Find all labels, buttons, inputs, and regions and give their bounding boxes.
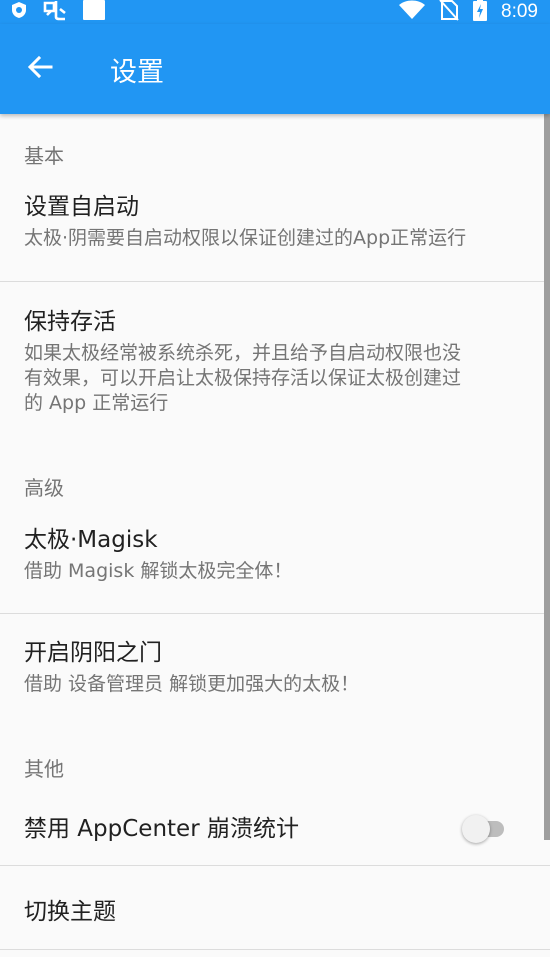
pref-magisk[interactable]: 太极·Magisk 借助 Magisk 解锁太极完全体！ [0, 525, 550, 613]
battery-charging-icon [473, 0, 488, 25]
appcenter-switch[interactable] [462, 815, 510, 843]
divider [0, 281, 550, 282]
divider [0, 865, 550, 866]
page-title: 设置 [110, 56, 164, 88]
section-header-other: 其他 [24, 757, 64, 781]
pref-appcenter-toggle[interactable]: 禁用 AppCenter 崩溃统计 [0, 794, 550, 864]
pref-autostart[interactable]: 设置自启动 太极·阴需要自启动权限以保证创建过的App正常运行 [0, 192, 550, 280]
section-header-advanced: 高级 [24, 476, 64, 500]
switch-thumb [462, 815, 490, 843]
app-bar: 设置 [0, 24, 550, 114]
pref-keep-alive-title: 保持存活 [24, 309, 116, 335]
divider [0, 949, 550, 950]
pref-switch-theme[interactable]: 切换主题 [0, 874, 550, 949]
pref-keep-alive-summary-line: 有效果，可以开启让太极保持存活以保证太极创建过 [24, 367, 462, 389]
back-button[interactable] [0, 24, 80, 114]
divider [0, 613, 550, 614]
arrow-back-icon [27, 54, 53, 84]
status-bar: 8:09 [0, 0, 550, 24]
scrollbar[interactable] [544, 114, 550, 840]
pref-keep-alive-summary: 如果太极经常被系统杀死，并且给予自启动权限也没 有效果，可以开启让太极保持存活以… [24, 341, 526, 416]
no-sim-icon [439, 0, 459, 25]
pref-autostart-title: 设置自启动 [24, 194, 139, 220]
pref-yinyang-gate-title: 开启阴阳之门 [24, 640, 162, 666]
pref-autostart-summary: 太极·阴需要自启动权限以保证创建过的App正常运行 [24, 227, 467, 249]
pref-keep-alive-summary-line: 如果太极经常被系统杀死，并且给予自启动权限也没 [24, 342, 462, 364]
section-header-basic: 基本 [24, 144, 64, 168]
pref-keep-alive[interactable]: 保持存活 如果太极经常被系统杀死，并且给予自启动权限也没 有效果，可以开启让太极… [0, 307, 550, 437]
pref-appcenter-title: 禁用 AppCenter 崩溃统计 [24, 816, 299, 842]
pref-magisk-summary: 借助 Magisk 解锁太极完全体！ [24, 560, 293, 582]
shield-icon [10, 1, 28, 23]
pref-yinyang-gate[interactable]: 开启阴阳之门 借助 设备管理员 解锁更加强大的太极！ [0, 638, 550, 726]
square-notification-icon [82, 0, 106, 25]
app-logo-icon [42, 0, 68, 25]
wifi-icon [399, 0, 426, 24]
pref-theme-title: 切换主题 [24, 898, 116, 925]
pref-keep-alive-summary-line: 的 App 正常运行 [24, 392, 169, 414]
status-time: 8:09 [501, 1, 538, 22]
pref-magisk-title: 太极·Magisk [24, 527, 158, 553]
pref-yinyang-gate-summary: 借助 设备管理员 解锁更加强大的太极！ [24, 673, 360, 695]
